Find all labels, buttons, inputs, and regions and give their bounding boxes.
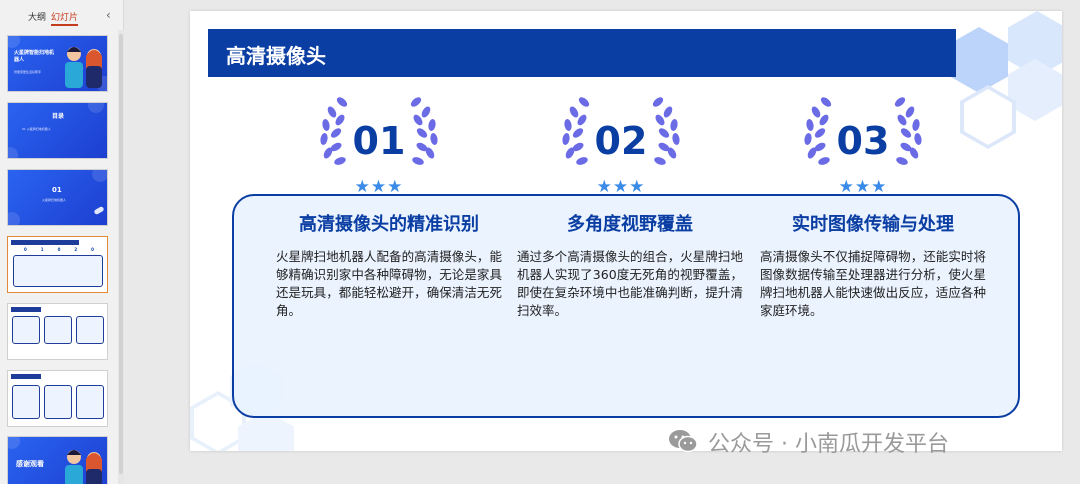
tab-outline[interactable]: 大纲 <box>28 10 46 23</box>
feature-heading: 实时图像传输与处理 <box>792 214 954 235</box>
tab-slides[interactable]: 幻灯片 <box>51 10 79 26</box>
feature-column-1: 高清摄像头的精准识别 火星牌扫地机器人配备的高清摄像头，能够精确识别家中各种障碍… <box>276 210 502 320</box>
slide-thumbnail-5[interactable] <box>7 303 108 360</box>
content-box: 高清摄像头的精准识别 火星牌扫地机器人配备的高清摄像头，能够精确识别家中各种障碍… <box>232 194 1020 418</box>
collapse-panel-icon[interactable]: ‹ <box>106 8 111 22</box>
badge-03: 03 ★★★ <box>798 93 938 203</box>
scrollbar-thumb[interactable] <box>119 34 123 474</box>
thumbnail-title: 感谢观看 <box>16 460 44 468</box>
slide-thumbnail-1[interactable]: 火星牌智能扫地机器人 智能家居生活好帮手 <box>7 35 108 92</box>
panel-scrollbar[interactable] <box>118 30 124 484</box>
badge-number: 02 <box>594 119 648 163</box>
thumbnail-subtitle: 01 火星牌扫地机器人 <box>22 127 51 131</box>
slide-panel: 大纲 幻灯片 ‹ 火星牌智能扫地机器人 智能家居生活好帮手 目录 01 火星牌扫… <box>0 0 124 484</box>
feature-body: 通过多个高清摄像头的组合，火星牌扫地机器人实现了360度无死角的视野覆盖，即使在… <box>517 249 743 318</box>
slide-thumbnail-3[interactable]: 01 火星牌扫地机器人 <box>7 169 108 226</box>
feature-column-2: 多角度视野覆盖 通过多个高清摄像头的组合，火星牌扫地机器人实现了360度无死角的… <box>517 210 743 320</box>
feature-body: 高清摄像头不仅捕捉障碍物，还能实时将图像数据传输至处理器进行分析，使火星牌扫地机… <box>760 249 986 318</box>
feature-column-3: 实时图像传输与处理 高清摄像头不仅捕捉障碍物，还能实时将图像数据传输至处理器进行… <box>760 210 986 320</box>
slide-title: 高清摄像头 <box>226 44 326 68</box>
thumbnail-title: 01 <box>52 186 62 194</box>
people-illustration-icon <box>65 47 102 88</box>
slide-thumbnail-7[interactable]: 感谢观看 <box>7 436 108 484</box>
wechat-icon <box>669 430 698 453</box>
thumbnail-title: 目录 <box>52 113 65 120</box>
badge-number: 03 <box>836 119 890 163</box>
watermark-text: 公众号 · 小南瓜开发平台 <box>708 432 949 457</box>
thumbnail-title: 火星牌智能扫地机器人 <box>14 50 55 63</box>
slide-thumbnail-2[interactable]: 目录 01 火星牌扫地机器人 <box>7 102 108 159</box>
thumbnail-subtitle: 火星牌扫地机器人 <box>42 198 67 202</box>
badge-number: 01 <box>352 119 406 163</box>
feature-heading: 多角度视野覆盖 <box>567 214 693 235</box>
feature-heading: 高清摄像头的精准识别 <box>299 214 479 235</box>
feature-body: 火星牌扫地机器人配备的高清摄像头，能够精确识别家中各种障碍物，无论是家具还是玩具… <box>276 249 502 318</box>
thumbnail-subtitle: 智能家居生活好帮手 <box>14 70 42 74</box>
badge-01: 01 ★★★ <box>314 93 454 203</box>
people-illustration-icon <box>65 450 102 484</box>
panel-tabs: 大纲 幻灯片 ‹ <box>0 0 124 30</box>
thumbnail-list: 火星牌智能扫地机器人 智能家居生活好帮手 目录 01 火星牌扫地机器人 01 火… <box>0 30 118 484</box>
slide-canvas[interactable]: 高清摄像头 01 ★★★ 02 ★★★ 03 ★★★ 高清摄像头的精准识别 火星… <box>190 11 1062 451</box>
badge-02: 02 ★★★ <box>556 93 696 203</box>
slide-thumbnail-4[interactable]: 010203 <box>7 236 108 293</box>
slide-title-bar: 高清摄像头 <box>208 29 956 77</box>
slide-thumbnail-6[interactable] <box>7 370 108 427</box>
